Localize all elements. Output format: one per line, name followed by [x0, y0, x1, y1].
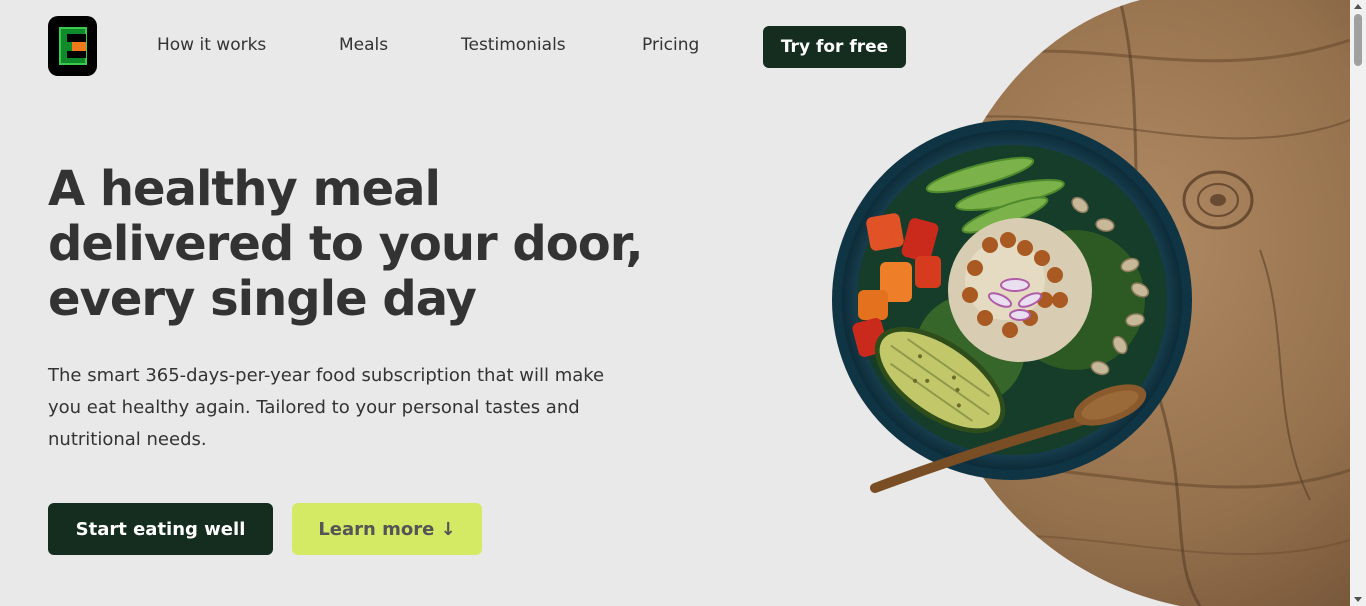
logo-icon[interactable] — [48, 16, 97, 76]
learn-more-button[interactable]: Learn more ↓ — [292, 503, 482, 555]
start-eating-well-button[interactable]: Start eating well — [48, 503, 273, 555]
landing-page: How it works Meals Testimonials Pricing … — [0, 0, 1366, 606]
scroll-thumb[interactable] — [1354, 14, 1362, 66]
food-bowl-image — [820, 0, 1350, 606]
scroll-down-arrow-icon[interactable] — [1354, 597, 1362, 602]
nav-link-testimonials[interactable]: Testimonials — [461, 35, 566, 55]
nav-link-pricing[interactable]: Pricing — [642, 35, 699, 55]
hero-description: The smart 365-days-per-year food subscri… — [48, 365, 605, 450]
page-scrollbar[interactable] — [1350, 0, 1366, 606]
hero-title: A healthy meal delivered to your door, e… — [48, 161, 644, 327]
nav-link-meals[interactable]: Meals — [339, 35, 388, 55]
scroll-up-arrow-icon[interactable] — [1354, 4, 1362, 9]
nav-link-how-it-works[interactable]: How it works — [157, 35, 266, 55]
